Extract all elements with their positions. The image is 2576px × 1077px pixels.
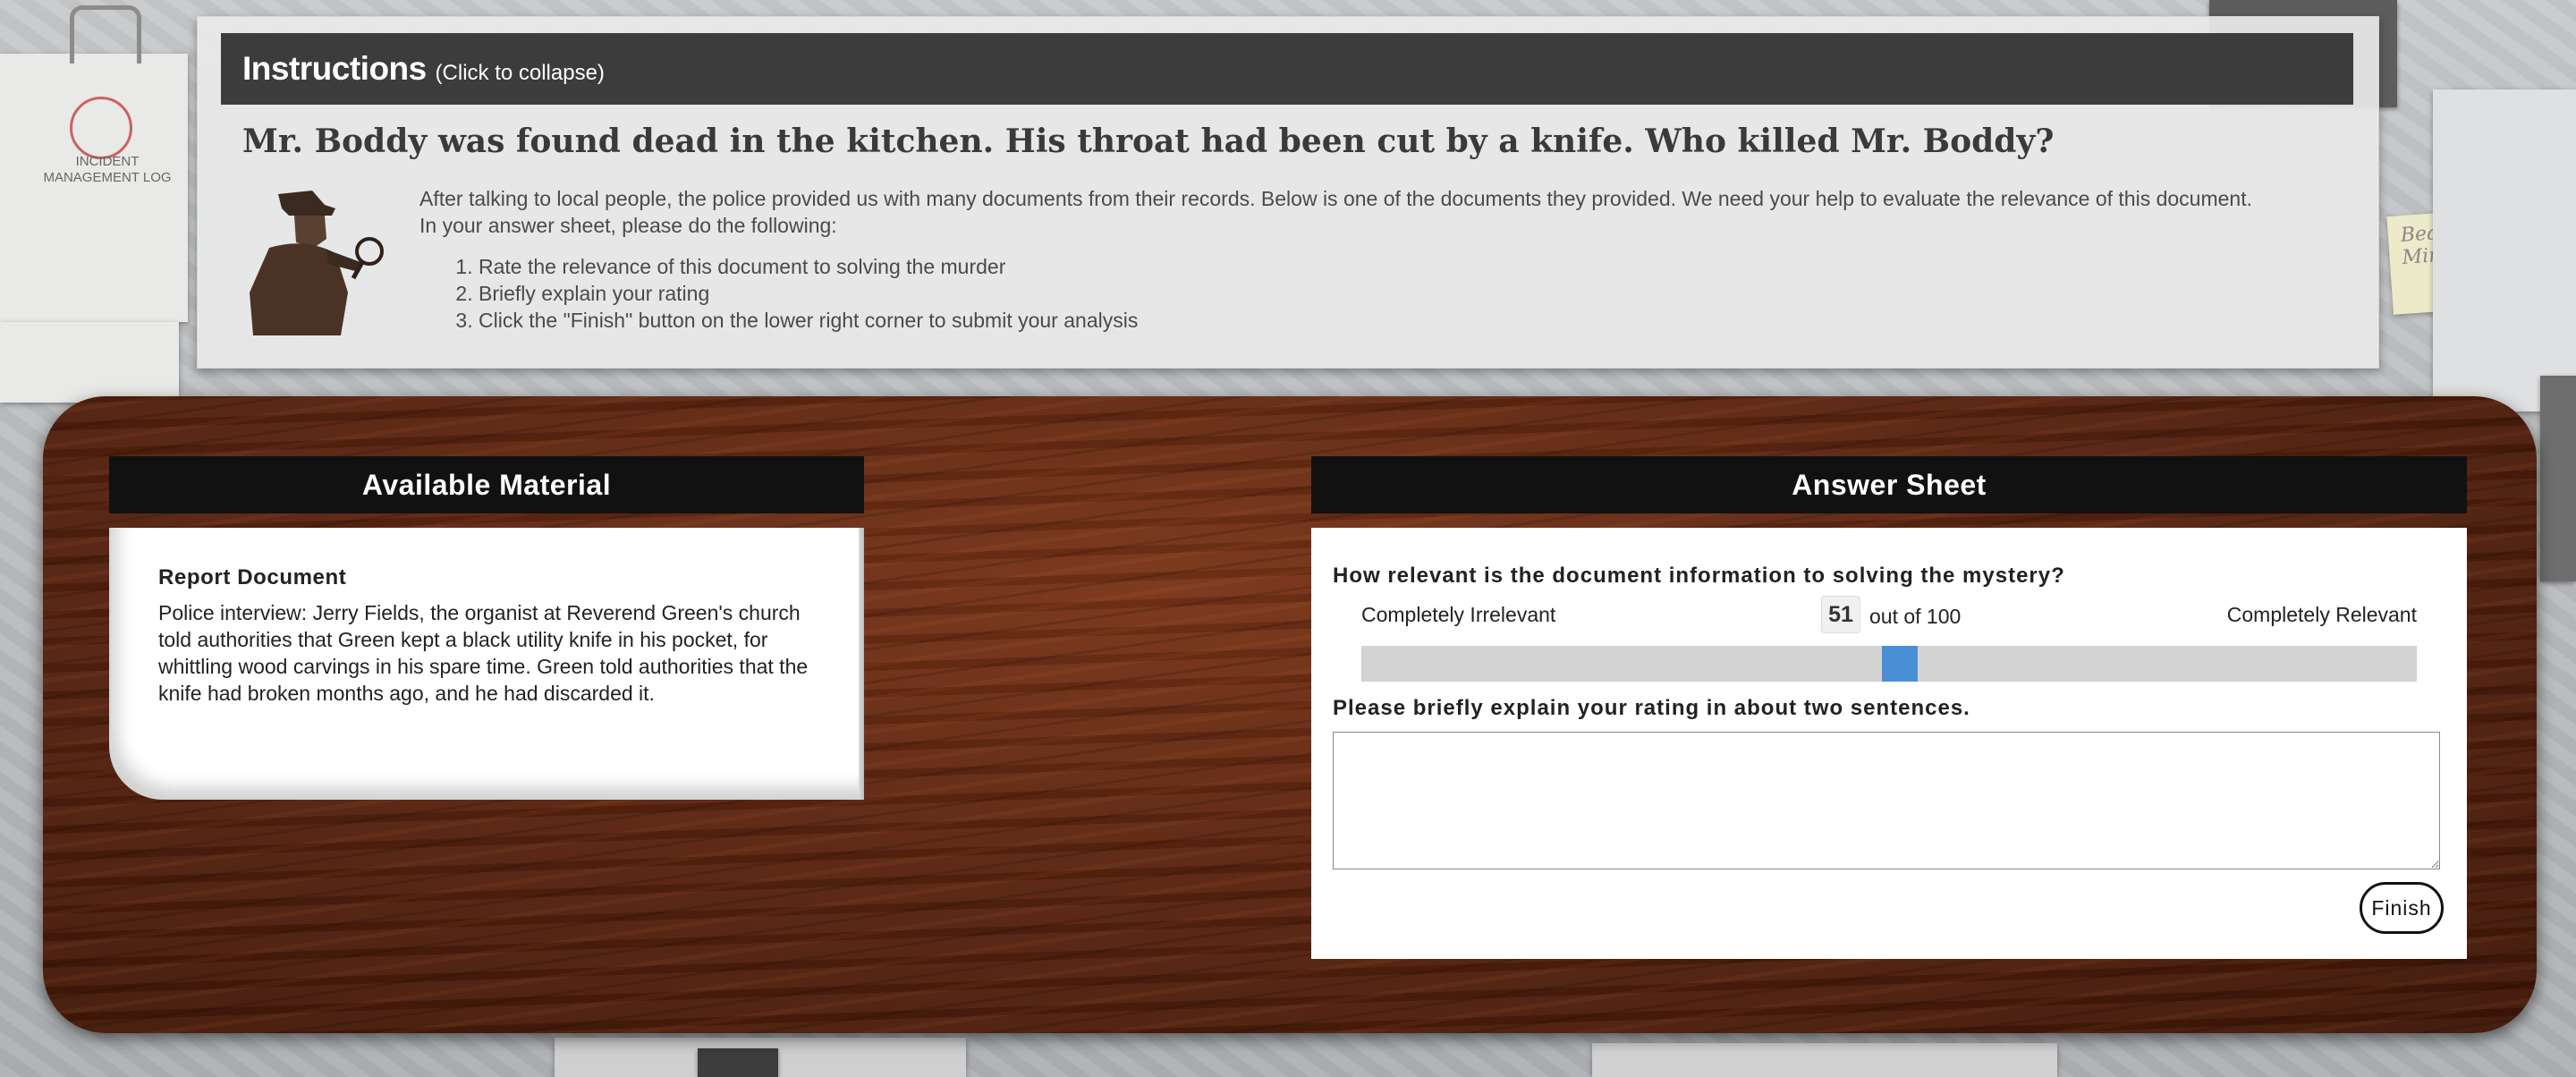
paper-bottom-right [1592, 1043, 2057, 1077]
explanation-question: Please briefly explain your rating in ab… [1333, 696, 1970, 720]
document-title: Report Document [158, 565, 347, 589]
binder-clip [70, 5, 141, 64]
collapse-hint: (Click to collapse) [435, 61, 605, 85]
answer-sheet-header: Answer Sheet [1311, 456, 2467, 513]
red-stamp [70, 97, 132, 159]
instructions-title: Instructions (Click to collapse) [242, 49, 605, 93]
available-material-header: Available Material [109, 456, 864, 513]
answer-sheet: How relevant is the document information… [1311, 528, 2467, 959]
finish-button[interactable]: Finish [2360, 882, 2444, 934]
score-suffix: out of 100 [1869, 605, 1962, 628]
score-value: 51 [1821, 596, 1860, 633]
instructions-intro: After talking to local people, the polic… [419, 185, 2351, 239]
step-item: Rate the relevance of this document to s… [479, 253, 1138, 280]
relevance-slider[interactable] [1361, 646, 2417, 682]
slider-thumb[interactable] [1881, 646, 1918, 682]
slider-max-label: Completely Relevant [2226, 603, 2417, 626]
incident-log-paper [0, 54, 188, 322]
intro-line-2: In your answer sheet, please do the foll… [419, 214, 837, 237]
step-item: Briefly explain your rating [479, 280, 1138, 307]
relevance-question: How relevant is the document information… [1333, 564, 2065, 588]
paper-edge [859, 528, 864, 800]
paper-right [2433, 89, 2576, 411]
slider-min-label: Completely Irrelevant [1361, 603, 1556, 626]
intro-line-1: After talking to local people, the polic… [419, 187, 2252, 210]
paper-scrap [0, 322, 179, 403]
document-text: Police interview: Jerry Fields, the orga… [158, 601, 809, 705]
explanation-textarea[interactable] [1333, 732, 2440, 869]
photo-right-edge [2540, 376, 2576, 581]
instructions-panel: Instructions (Click to collapse) Mr. Bod… [197, 16, 2379, 369]
report-document-card: Report Document Police interview: Jerry … [109, 528, 864, 800]
instructions-steps: Rate the relevance of this document to s… [450, 253, 1138, 334]
step-item: Click the "Finish" button on the lower r… [479, 307, 1138, 334]
incident-log-title: INCIDENT MANAGEMENT LOG [43, 154, 172, 185]
instructions-title-text: Instructions [242, 50, 427, 87]
instructions-header[interactable]: Instructions (Click to collapse) [221, 33, 2353, 105]
mystery-headline: Mr. Boddy was found dead in the kitchen.… [242, 123, 2055, 160]
photo-bottom [698, 1048, 778, 1077]
detective-magnifier-icon [250, 191, 384, 335]
